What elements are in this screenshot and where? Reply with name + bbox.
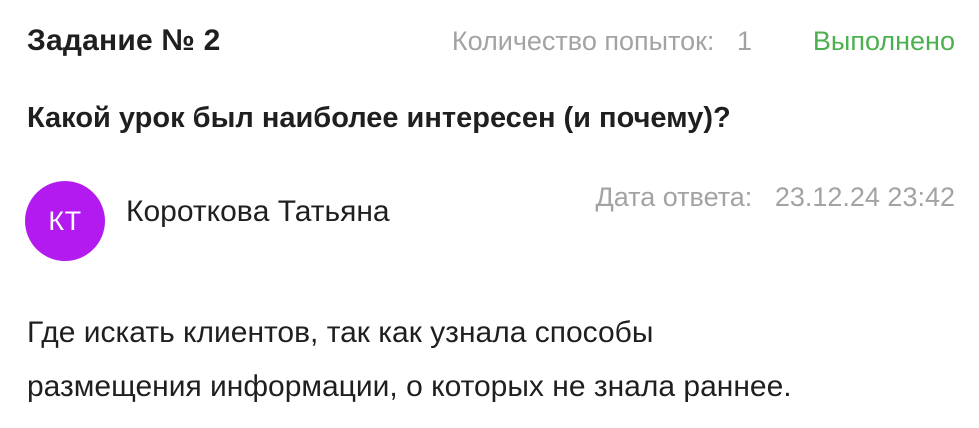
avatar: КТ — [25, 181, 105, 261]
attempts-count: 1 — [736, 26, 752, 56]
status-badge: Выполнено — [812, 26, 955, 56]
avatar-initials: КТ — [48, 205, 82, 236]
attempts-label: Количество попыток: — [451, 26, 715, 56]
author-name: Коротковa Татьяна — [126, 195, 390, 228]
task-header: Задание № 2 Количество попыток: 1 Выполн… — [27, 22, 955, 62]
attempts-counter: Количество попыток: 1 — [452, 26, 752, 57]
task-title: Задание № 2 — [27, 24, 221, 57]
answer-line: Где искать клиентов, так как узнала спос… — [27, 316, 654, 349]
answer-date: Дата ответа: 23.12.24 23:42 — [595, 182, 955, 213]
answer-text: Где искать клиентов, так как узнала спос… — [27, 306, 962, 414]
task-card: Задание № 2 Количество попыток: 1 Выполн… — [0, 0, 979, 428]
answer-date-label: Дата ответа: — [595, 182, 753, 212]
question-text: Какой урок был наиболее интересен (и поч… — [27, 102, 731, 134]
answer-line: размещения информации, о которых не знал… — [27, 370, 792, 403]
answer-date-value: 23.12.24 23:42 — [774, 182, 955, 212]
